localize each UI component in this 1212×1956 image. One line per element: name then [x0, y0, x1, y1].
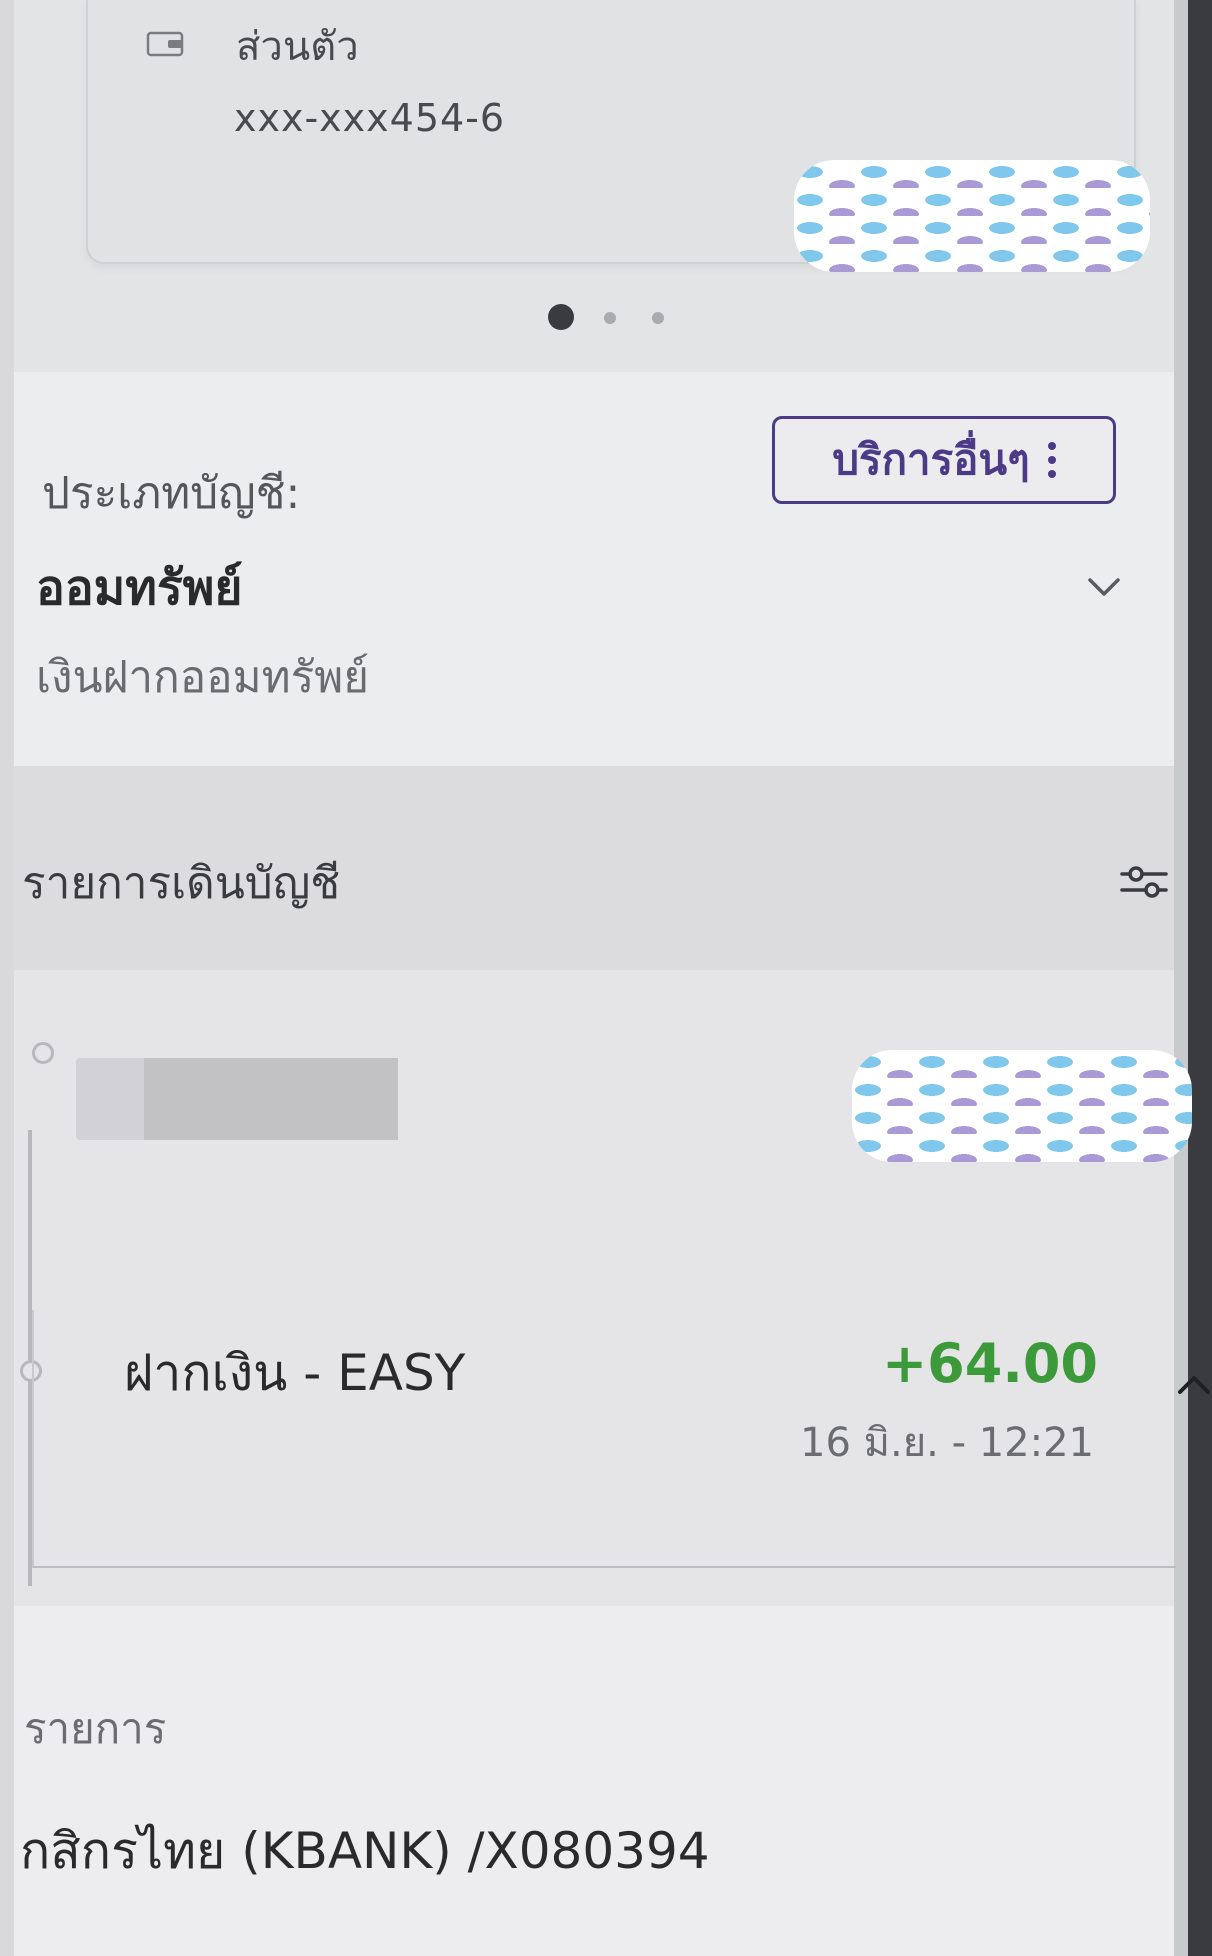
carousel-dot[interactable]: [604, 312, 616, 324]
statement-header: รายการเดินบัญชี: [14, 766, 1174, 970]
redaction-overlay: [852, 1050, 1192, 1162]
account-number: xxx-xxx454-6: [234, 96, 506, 140]
redaction-overlay: [794, 160, 1150, 272]
transaction-datetime: 16 มิ.ย. - 12:21: [800, 1420, 1094, 1466]
detail-value: กสิกรไทย (KBANK) /X080394: [20, 1822, 710, 1880]
kebab-menu-icon: [1047, 442, 1056, 478]
wallet-icon: [146, 31, 184, 57]
account-type-value: ออมทรัพย์: [36, 560, 243, 616]
transaction-name: ฝากเงิน - EASY: [124, 1344, 466, 1402]
chevron-down-icon[interactable]: [1084, 572, 1124, 602]
timeline-node: [32, 1042, 54, 1064]
transaction-amount: +64.00: [881, 1332, 1098, 1395]
carousel-dot-active[interactable]: [548, 304, 574, 330]
account-type-description: เงินฝากออมทรัพย์: [36, 652, 370, 703]
other-services-button[interactable]: บริการอื่นๆ: [772, 416, 1116, 504]
filter-sliders-icon[interactable]: [1118, 860, 1170, 904]
chevron-up-icon[interactable]: [1174, 1370, 1212, 1400]
statement-title: รายการเดินบัญชี: [22, 858, 341, 909]
blurred-transaction: [144, 1058, 398, 1140]
other-services-label: บริการอื่นๆ: [832, 435, 1030, 484]
carousel-dot[interactable]: [652, 312, 664, 324]
transaction-list: ฝากเงิน - EASY +64.00 16 มิ.ย. - 12:21: [14, 970, 1210, 1606]
phone-left-edge: [0, 0, 14, 1956]
transaction-detail: รายการ กสิกรไทย (KBANK) /X080394: [14, 1606, 1174, 1956]
account-type-label: ประเภทบัญชี:: [42, 468, 301, 519]
detail-label: รายการ: [24, 1704, 167, 1753]
phone-right-bezel: [1174, 0, 1188, 1956]
account-card-carousel[interactable]: ส่วนตัว xxx-xxx454-6: [14, 0, 1174, 372]
account-type-section: ประเภทบัญชี: บริการอื่นๆ ออมทรัพย์ เงินฝ…: [14, 372, 1174, 766]
phone-right-edge: [1188, 0, 1212, 1956]
account-owner-type: ส่วนตัว: [236, 24, 359, 70]
transaction-row[interactable]: ฝากเงิน - EASY +64.00 16 มิ.ย. - 12:21: [32, 1310, 1210, 1568]
